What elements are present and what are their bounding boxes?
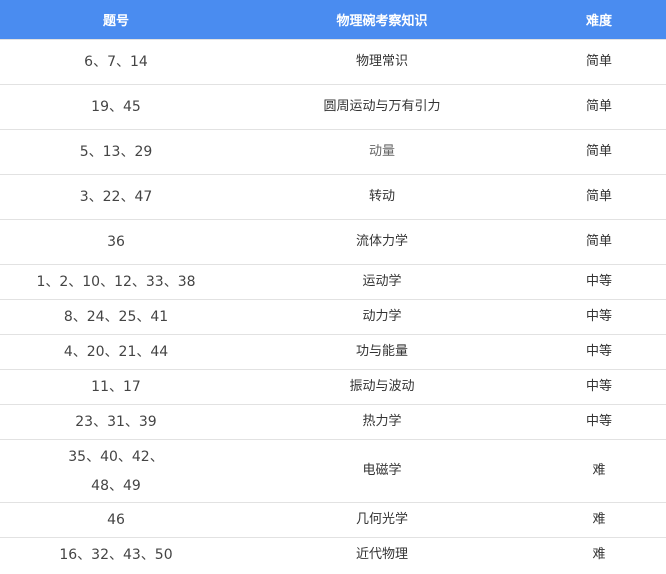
difficulty-cell: 中等 [532,264,666,300]
table-header-row: 题号 物理碗考察知识 难度 [0,0,666,40]
table-row: 19、45 圆周运动与万有引力 简单 [0,84,666,130]
difficulty-cell: 简单 [532,219,666,265]
question-numbers: 36 [107,234,125,250]
question-numbers-cell: 6、7、14 [0,39,232,85]
difficulty-cell: 难 [532,502,666,538]
difficulty-cell: 中等 [532,334,666,370]
table-row: 11、17 振动与波动 中等 [0,369,666,405]
question-numbers-cell: 36 [0,219,232,265]
difficulty-cell: 简单 [532,39,666,85]
question-numbers: 5、13、29 [79,144,153,160]
topic-cell: 流体力学 [232,219,532,265]
topic-cell: 动力学 [232,299,532,335]
table-row: 16、32、43、50 近代物理 难 [0,537,666,572]
table-row: 35、40、42、 48、49 电磁学 难 [0,439,666,503]
question-numbers-cell: 16、32、43、50 [0,537,232,572]
table-row: 23、31、39 热力学 中等 [0,404,666,440]
table-row: 5、13、29 动量 简单 [0,129,666,175]
topic-cell: 电磁学 [232,439,532,503]
topic-cell: 振动与波动 [232,369,532,405]
topic-cell: 物理常识 [232,39,532,85]
question-numbers-cell: 46 [0,502,232,538]
question-numbers: 48、49 [91,477,141,494]
header-difficulty: 难度 [532,0,666,40]
table-row: 36 流体力学 简单 [0,219,666,265]
difficulty-cell: 中等 [532,369,666,405]
topic-cell: 运动学 [232,264,532,300]
question-numbers: 16、32、43、50 [59,547,173,563]
table-row: 8、24、25、41 动力学 中等 [0,299,666,335]
difficulty-cell: 中等 [532,404,666,440]
question-numbers: 11、17 [91,379,141,395]
question-numbers-cell: 35、40、42、 48、49 [0,439,232,503]
question-numbers: 3、22、47 [79,189,153,205]
question-numbers: 1、2、10、12、33、38 [36,274,196,290]
question-numbers-cell: 3、22、47 [0,174,232,220]
table-row: 4、20、21、44 功与能量 中等 [0,334,666,370]
topic-cell: 几何光学 [232,502,532,538]
topic-cell: 动量 [232,129,532,175]
question-numbers-cell: 19、45 [0,84,232,130]
table-row: 3、22、47 转动 简单 [0,174,666,220]
difficulty-cell: 难 [532,439,666,503]
question-numbers-cell: 1、2、10、12、33、38 [0,264,232,300]
question-numbers-cell: 5、13、29 [0,129,232,175]
topic-cell: 热力学 [232,404,532,440]
table-row: 6、7、14 物理常识 简单 [0,39,666,85]
difficulty-cell: 简单 [532,174,666,220]
question-numbers: 4、20、21、44 [63,344,169,360]
question-numbers: 6、7、14 [84,54,148,70]
question-numbers: 8、24、25、41 [63,309,169,325]
question-numbers: 46 [107,512,125,528]
question-numbers: 35、40、42、 [68,448,164,465]
header-questions: 题号 [0,0,232,40]
difficulty-cell: 简单 [532,129,666,175]
topic-cell: 近代物理 [232,537,532,572]
difficulty-cell: 简单 [532,84,666,130]
topic-cell: 转动 [232,174,532,220]
question-numbers: 23、31、39 [75,414,157,430]
topic-cell: 圆周运动与万有引力 [232,84,532,130]
table-row: 46 几何光学 难 [0,502,666,538]
topic-cell: 功与能量 [232,334,532,370]
question-numbers: 19、45 [91,99,141,115]
question-numbers-cell: 4、20、21、44 [0,334,232,370]
table-row: 1、2、10、12、33、38 运动学 中等 [0,264,666,300]
physics-bowl-topic-table: 题号 物理碗考察知识 难度 6、7、14 物理常识 简单 19、45 圆周运动与… [0,0,666,572]
difficulty-cell: 难 [532,537,666,572]
question-numbers-cell: 8、24、25、41 [0,299,232,335]
header-topic: 物理碗考察知识 [232,0,532,40]
difficulty-cell: 中等 [532,299,666,335]
question-numbers-cell: 11、17 [0,369,232,405]
question-numbers-cell: 23、31、39 [0,404,232,440]
